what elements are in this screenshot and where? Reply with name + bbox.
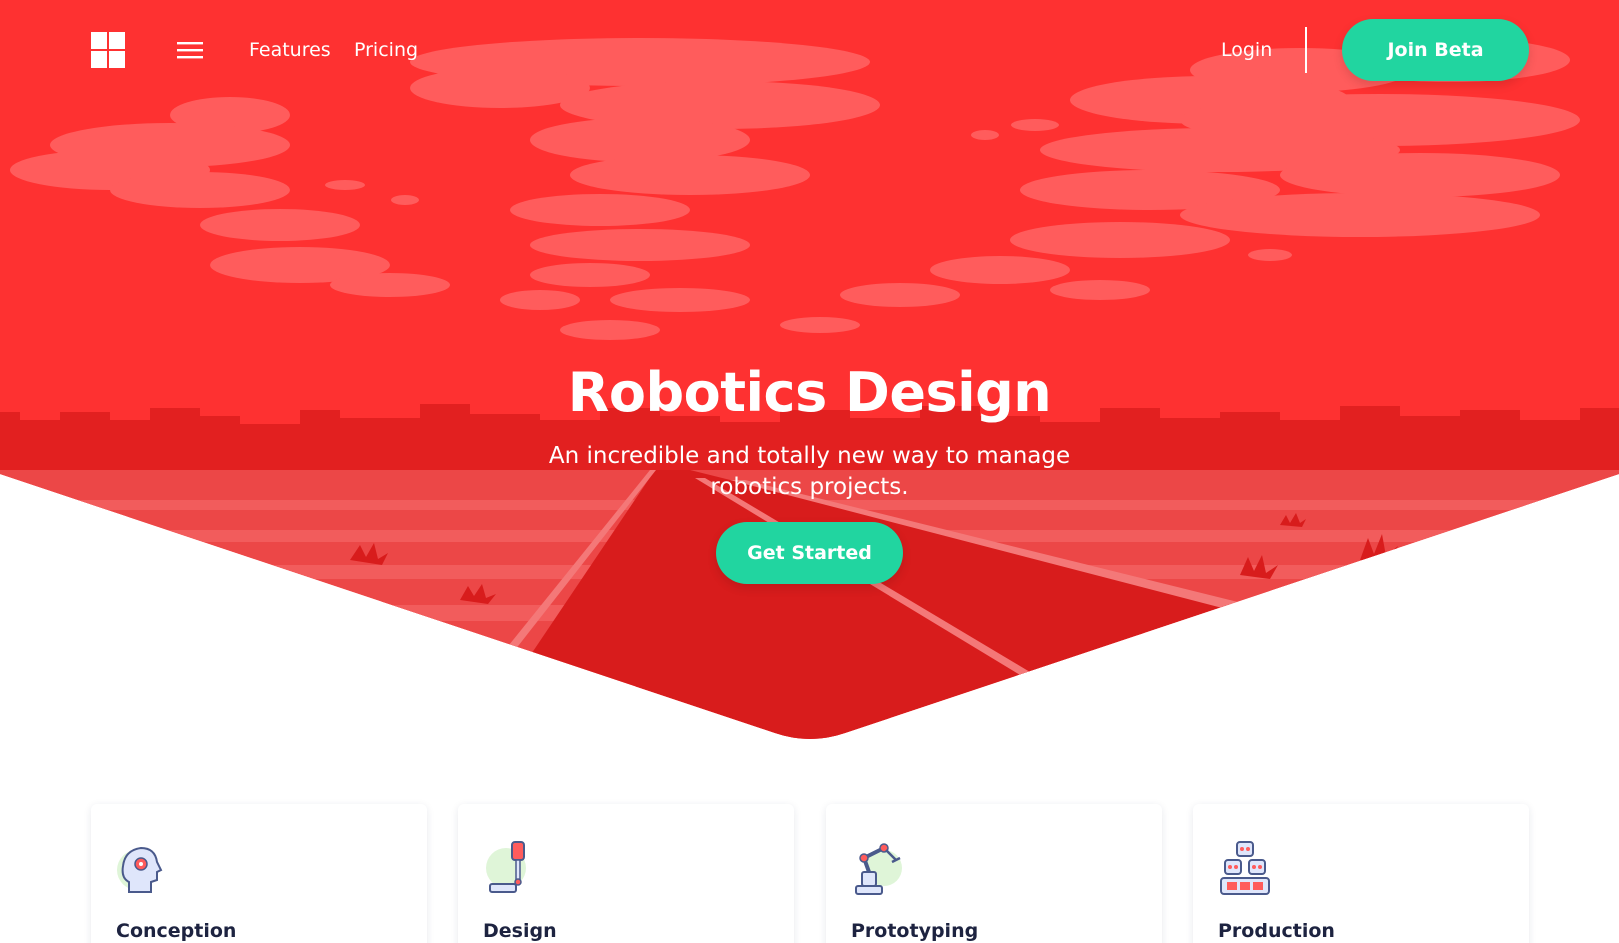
- get-started-button[interactable]: Get Started: [716, 522, 903, 584]
- hamburger-icon[interactable]: [177, 40, 203, 60]
- feature-title: Design: [483, 920, 557, 942]
- nav-link-features[interactable]: Features: [249, 38, 331, 62]
- feature-card-design[interactable]: Design: [458, 804, 794, 943]
- nav-divider: [1305, 27, 1307, 73]
- feature-card-prototyping[interactable]: Prototyping: [826, 804, 1162, 943]
- top-navbar: Features Pricing Login Join Beta: [0, 0, 1619, 100]
- feature-title: Prototyping: [851, 920, 979, 942]
- hero-title: Robotics Design: [567, 361, 1052, 424]
- robot-stack-icon: [1220, 841, 1270, 895]
- login-link[interactable]: Login: [1221, 38, 1272, 62]
- join-beta-button[interactable]: Join Beta: [1342, 19, 1529, 81]
- feature-card-conception[interactable]: Conception: [91, 804, 427, 943]
- feature-title: Conception: [116, 920, 237, 942]
- robotic-arm-icon: [855, 843, 902, 895]
- landing-page: Features Pricing Login Join Beta Robotic…: [0, 0, 1619, 943]
- hero-subtitle: An incredible and totally new way to man…: [548, 443, 1071, 500]
- windows-grid-icon[interactable]: [91, 32, 125, 68]
- nav-link-pricing[interactable]: Pricing: [354, 38, 418, 62]
- feature-card-production[interactable]: Production: [1193, 804, 1529, 943]
- head-gear-icon: [117, 846, 163, 893]
- robot-arm-pen-icon: [486, 841, 526, 893]
- feature-title: Production: [1218, 920, 1335, 942]
